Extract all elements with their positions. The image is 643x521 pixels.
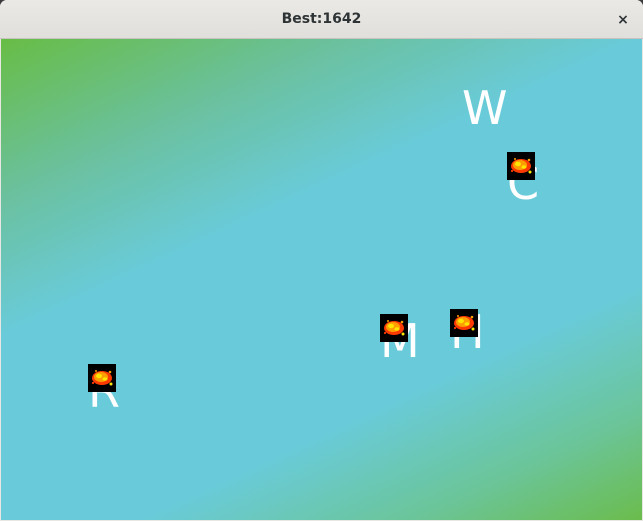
close-button[interactable]: × [613,10,633,30]
window-title: Best:1642 [281,11,362,27]
game-window: Best:1642 × W C M H R [0,0,643,521]
explosion-icon [450,309,478,337]
explosion-icon [507,152,535,180]
explosion-icon [88,364,116,392]
game-playfield[interactable]: W C M H R [1,39,642,520]
explosion-icon [380,314,408,342]
title-bar[interactable]: Best:1642 × [0,0,643,39]
falling-letter-w: W [462,81,508,135]
